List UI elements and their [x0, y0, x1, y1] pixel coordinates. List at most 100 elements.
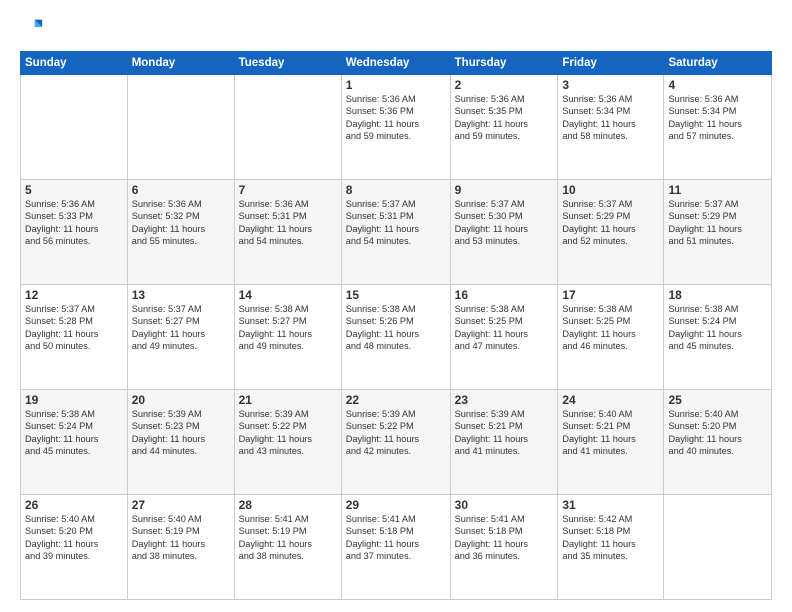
day-info: Sunrise: 5:37 AM Sunset: 5:31 PM Dayligh…	[346, 198, 446, 248]
day-number: 1	[346, 78, 446, 92]
day-cell: 27Sunrise: 5:40 AM Sunset: 5:19 PM Dayli…	[127, 495, 234, 600]
day-cell: 26Sunrise: 5:40 AM Sunset: 5:20 PM Dayli…	[21, 495, 128, 600]
day-info: Sunrise: 5:38 AM Sunset: 5:27 PM Dayligh…	[239, 303, 337, 353]
day-number: 15	[346, 288, 446, 302]
day-info: Sunrise: 5:36 AM Sunset: 5:34 PM Dayligh…	[668, 93, 767, 143]
day-number: 9	[455, 183, 554, 197]
day-number: 12	[25, 288, 123, 302]
weekday-monday: Monday	[127, 52, 234, 75]
day-number: 24	[562, 393, 659, 407]
day-number: 14	[239, 288, 337, 302]
day-cell	[127, 75, 234, 180]
day-info: Sunrise: 5:37 AM Sunset: 5:27 PM Dayligh…	[132, 303, 230, 353]
day-number: 11	[668, 183, 767, 197]
day-cell: 14Sunrise: 5:38 AM Sunset: 5:27 PM Dayli…	[234, 285, 341, 390]
day-cell: 12Sunrise: 5:37 AM Sunset: 5:28 PM Dayli…	[21, 285, 128, 390]
day-number: 18	[668, 288, 767, 302]
day-number: 13	[132, 288, 230, 302]
day-info: Sunrise: 5:38 AM Sunset: 5:26 PM Dayligh…	[346, 303, 446, 353]
day-number: 4	[668, 78, 767, 92]
weekday-header-row: SundayMondayTuesdayWednesdayThursdayFrid…	[21, 52, 772, 75]
day-cell: 17Sunrise: 5:38 AM Sunset: 5:25 PM Dayli…	[558, 285, 664, 390]
day-number: 2	[455, 78, 554, 92]
day-cell: 9Sunrise: 5:37 AM Sunset: 5:30 PM Daylig…	[450, 180, 558, 285]
weekday-friday: Friday	[558, 52, 664, 75]
day-number: 17	[562, 288, 659, 302]
day-cell	[21, 75, 128, 180]
day-cell: 31Sunrise: 5:42 AM Sunset: 5:18 PM Dayli…	[558, 495, 664, 600]
day-cell: 21Sunrise: 5:39 AM Sunset: 5:22 PM Dayli…	[234, 390, 341, 495]
day-number: 5	[25, 183, 123, 197]
day-info: Sunrise: 5:39 AM Sunset: 5:22 PM Dayligh…	[239, 408, 337, 458]
day-cell: 5Sunrise: 5:36 AM Sunset: 5:33 PM Daylig…	[21, 180, 128, 285]
day-info: Sunrise: 5:41 AM Sunset: 5:18 PM Dayligh…	[455, 513, 554, 563]
day-number: 10	[562, 183, 659, 197]
day-info: Sunrise: 5:38 AM Sunset: 5:25 PM Dayligh…	[562, 303, 659, 353]
weekday-tuesday: Tuesday	[234, 52, 341, 75]
day-number: 20	[132, 393, 230, 407]
day-info: Sunrise: 5:37 AM Sunset: 5:30 PM Dayligh…	[455, 198, 554, 248]
day-info: Sunrise: 5:36 AM Sunset: 5:34 PM Dayligh…	[562, 93, 659, 143]
day-cell	[234, 75, 341, 180]
day-info: Sunrise: 5:40 AM Sunset: 5:21 PM Dayligh…	[562, 408, 659, 458]
day-cell: 10Sunrise: 5:37 AM Sunset: 5:29 PM Dayli…	[558, 180, 664, 285]
day-cell: 29Sunrise: 5:41 AM Sunset: 5:18 PM Dayli…	[341, 495, 450, 600]
day-info: Sunrise: 5:36 AM Sunset: 5:31 PM Dayligh…	[239, 198, 337, 248]
day-info: Sunrise: 5:39 AM Sunset: 5:22 PM Dayligh…	[346, 408, 446, 458]
day-cell: 16Sunrise: 5:38 AM Sunset: 5:25 PM Dayli…	[450, 285, 558, 390]
day-cell: 7Sunrise: 5:36 AM Sunset: 5:31 PM Daylig…	[234, 180, 341, 285]
day-info: Sunrise: 5:39 AM Sunset: 5:23 PM Dayligh…	[132, 408, 230, 458]
day-cell: 30Sunrise: 5:41 AM Sunset: 5:18 PM Dayli…	[450, 495, 558, 600]
day-number: 8	[346, 183, 446, 197]
day-number: 6	[132, 183, 230, 197]
day-cell: 3Sunrise: 5:36 AM Sunset: 5:34 PM Daylig…	[558, 75, 664, 180]
day-number: 25	[668, 393, 767, 407]
day-cell: 6Sunrise: 5:36 AM Sunset: 5:32 PM Daylig…	[127, 180, 234, 285]
day-info: Sunrise: 5:38 AM Sunset: 5:24 PM Dayligh…	[25, 408, 123, 458]
week-row-2: 5Sunrise: 5:36 AM Sunset: 5:33 PM Daylig…	[21, 180, 772, 285]
day-cell	[664, 495, 772, 600]
week-row-1: 1Sunrise: 5:36 AM Sunset: 5:36 PM Daylig…	[21, 75, 772, 180]
day-cell: 23Sunrise: 5:39 AM Sunset: 5:21 PM Dayli…	[450, 390, 558, 495]
day-number: 22	[346, 393, 446, 407]
day-cell: 2Sunrise: 5:36 AM Sunset: 5:35 PM Daylig…	[450, 75, 558, 180]
day-cell: 15Sunrise: 5:38 AM Sunset: 5:26 PM Dayli…	[341, 285, 450, 390]
day-number: 29	[346, 498, 446, 512]
day-number: 31	[562, 498, 659, 512]
day-info: Sunrise: 5:37 AM Sunset: 5:28 PM Dayligh…	[25, 303, 123, 353]
header	[20, 16, 772, 43]
day-cell: 19Sunrise: 5:38 AM Sunset: 5:24 PM Dayli…	[21, 390, 128, 495]
day-cell: 8Sunrise: 5:37 AM Sunset: 5:31 PM Daylig…	[341, 180, 450, 285]
day-info: Sunrise: 5:38 AM Sunset: 5:25 PM Dayligh…	[455, 303, 554, 353]
day-info: Sunrise: 5:36 AM Sunset: 5:33 PM Dayligh…	[25, 198, 123, 248]
day-number: 26	[25, 498, 123, 512]
day-info: Sunrise: 5:40 AM Sunset: 5:19 PM Dayligh…	[132, 513, 230, 563]
day-info: Sunrise: 5:42 AM Sunset: 5:18 PM Dayligh…	[562, 513, 659, 563]
calendar-page: SundayMondayTuesdayWednesdayThursdayFrid…	[0, 0, 792, 612]
weekday-thursday: Thursday	[450, 52, 558, 75]
day-number: 3	[562, 78, 659, 92]
week-row-3: 12Sunrise: 5:37 AM Sunset: 5:28 PM Dayli…	[21, 285, 772, 390]
calendar-table: SundayMondayTuesdayWednesdayThursdayFrid…	[20, 51, 772, 600]
day-info: Sunrise: 5:41 AM Sunset: 5:18 PM Dayligh…	[346, 513, 446, 563]
week-row-4: 19Sunrise: 5:38 AM Sunset: 5:24 PM Dayli…	[21, 390, 772, 495]
day-number: 30	[455, 498, 554, 512]
day-info: Sunrise: 5:40 AM Sunset: 5:20 PM Dayligh…	[668, 408, 767, 458]
weekday-saturday: Saturday	[664, 52, 772, 75]
logo	[20, 16, 44, 43]
day-info: Sunrise: 5:36 AM Sunset: 5:32 PM Dayligh…	[132, 198, 230, 248]
day-number: 23	[455, 393, 554, 407]
day-cell: 25Sunrise: 5:40 AM Sunset: 5:20 PM Dayli…	[664, 390, 772, 495]
day-cell: 28Sunrise: 5:41 AM Sunset: 5:19 PM Dayli…	[234, 495, 341, 600]
day-cell: 4Sunrise: 5:36 AM Sunset: 5:34 PM Daylig…	[664, 75, 772, 180]
day-cell: 22Sunrise: 5:39 AM Sunset: 5:22 PM Dayli…	[341, 390, 450, 495]
day-info: Sunrise: 5:36 AM Sunset: 5:35 PM Dayligh…	[455, 93, 554, 143]
day-cell: 1Sunrise: 5:36 AM Sunset: 5:36 PM Daylig…	[341, 75, 450, 180]
day-info: Sunrise: 5:36 AM Sunset: 5:36 PM Dayligh…	[346, 93, 446, 143]
day-info: Sunrise: 5:41 AM Sunset: 5:19 PM Dayligh…	[239, 513, 337, 563]
day-info: Sunrise: 5:39 AM Sunset: 5:21 PM Dayligh…	[455, 408, 554, 458]
day-cell: 24Sunrise: 5:40 AM Sunset: 5:21 PM Dayli…	[558, 390, 664, 495]
day-number: 27	[132, 498, 230, 512]
logo-icon	[22, 16, 44, 38]
weekday-sunday: Sunday	[21, 52, 128, 75]
